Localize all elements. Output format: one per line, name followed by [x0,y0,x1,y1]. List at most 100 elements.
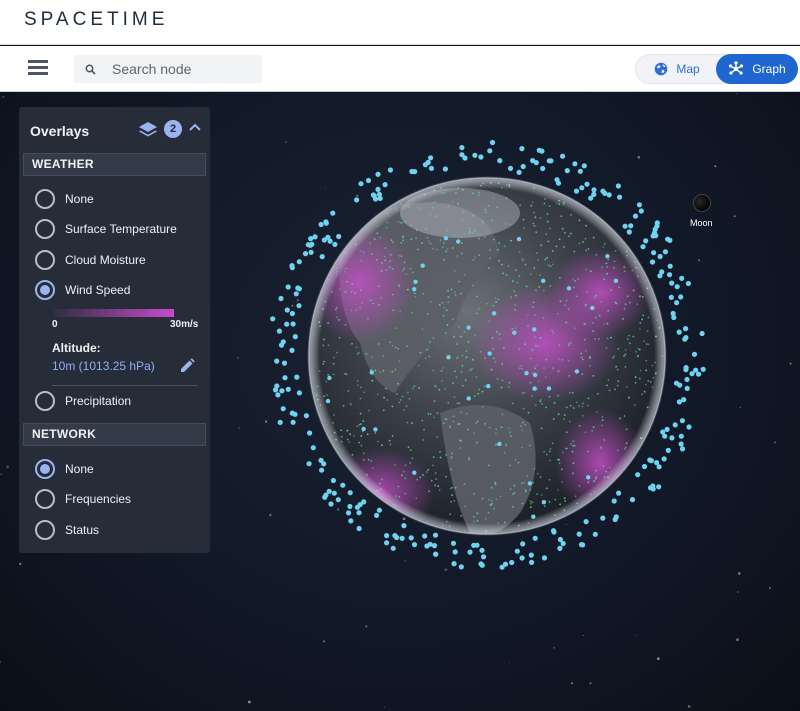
satellite-node[interactable] [672,422,678,428]
satellite-node[interactable] [632,213,639,219]
satellite-node[interactable] [678,441,684,447]
satellite-node[interactable] [392,533,398,539]
satellite-node[interactable] [321,461,327,467]
satellite-node[interactable] [290,321,296,327]
satellite-node[interactable] [519,555,525,561]
satellite-node[interactable] [673,380,680,386]
graph-view-button[interactable]: Graph [716,54,798,84]
satellite-node[interactable] [348,518,354,524]
satellite-node[interactable] [640,244,646,250]
satellite-node[interactable] [615,183,622,189]
satellite-node[interactable] [347,490,353,496]
satellite-node[interactable] [432,532,439,538]
weather-option-cloud-moisture[interactable]: Cloud Moisture [35,249,146,271]
satellite-node[interactable] [428,165,435,171]
satellite-node[interactable] [335,497,341,503]
weather-option-surface-temperature[interactable]: Surface Temperature [35,218,177,240]
satellite-node[interactable] [666,272,673,278]
hamburger-menu-icon[interactable] [28,60,48,78]
satellite-node[interactable] [529,559,535,565]
satellite-node[interactable] [336,233,342,240]
satellite-node[interactable] [354,504,360,510]
weather-option-none[interactable]: None [35,188,94,210]
satellite-node[interactable] [293,291,299,297]
globe-viewport[interactable]: Moon Overlays 2 WEATHER None Surface Tem… [0,93,800,711]
satellite-node[interactable] [578,542,585,548]
satellite-node[interactable] [303,413,309,419]
satellite-node[interactable] [650,483,656,489]
satellite-node[interactable] [540,165,546,172]
satellite-node[interactable] [296,303,302,309]
radio-button[interactable] [35,189,55,209]
satellite-node[interactable] [319,254,325,260]
satellite-node[interactable] [554,177,560,183]
satellite-node[interactable] [664,426,670,432]
satellite-node[interactable] [277,419,283,425]
satellite-node[interactable] [674,300,680,306]
satellite-node[interactable] [292,334,298,340]
satellite-node[interactable] [652,226,658,232]
satellite-node[interactable] [489,139,496,146]
satellite-node[interactable] [458,564,464,570]
satellite-node[interactable] [330,210,336,216]
satellite-node[interactable] [296,390,302,396]
radio-button[interactable] [35,391,55,411]
satellite-node[interactable] [564,168,570,174]
satellite-node[interactable] [375,186,381,192]
satellite-node[interactable] [401,523,407,529]
satellite-node[interactable] [579,185,585,191]
satellite-node[interactable] [307,430,313,436]
satellite-node[interactable] [318,221,324,228]
satellite-node[interactable] [557,545,563,551]
satellite-node[interactable] [384,540,390,546]
satellite-node[interactable] [472,152,478,158]
satellite-node[interactable] [422,162,428,168]
satellite-node[interactable] [280,406,286,412]
satellite-node[interactable] [296,286,302,292]
satellite-node[interactable] [662,249,669,255]
satellite-node[interactable] [679,275,685,281]
satellite-node[interactable] [289,347,295,353]
satellite-node[interactable] [635,472,641,478]
satellite-node[interactable] [686,424,692,430]
satellite-node[interactable] [356,525,362,532]
satellite-node[interactable] [661,456,667,462]
satellite-node[interactable] [479,547,485,553]
satellite-node[interactable] [305,242,311,248]
satellite-node[interactable] [330,477,336,484]
satellite-node[interactable] [354,197,360,203]
satellite-node[interactable] [691,351,698,357]
satellite-node[interactable] [638,208,644,214]
satellite-node[interactable] [322,494,328,500]
satellite-node[interactable] [654,460,660,466]
satellite-node[interactable] [302,251,309,257]
satellite-node[interactable] [409,168,415,175]
satellite-node[interactable] [626,229,632,235]
satellite-node[interactable] [422,533,428,539]
satellite-node[interactable] [671,314,677,321]
satellite-node[interactable] [478,561,484,567]
satellite-node[interactable] [326,488,332,494]
satellite-node[interactable] [628,223,634,229]
satellite-node[interactable] [452,549,458,555]
satellite-node[interactable] [384,533,390,539]
satellite-node[interactable] [682,336,688,342]
satellite-node[interactable] [693,367,699,373]
satellite-node[interactable] [375,171,381,177]
satellite-node[interactable] [310,445,316,451]
satellite-node[interactable] [278,295,284,302]
satellite-node[interactable] [290,419,296,425]
satellite-node[interactable] [576,531,582,537]
satellite-node[interactable] [560,153,566,159]
satellite-node[interactable] [292,411,298,417]
satellite-node[interactable] [660,429,666,435]
satellite-node[interactable] [390,545,396,551]
satellite-node[interactable] [600,515,606,521]
satellite-node[interactable] [376,507,382,513]
satellite-node[interactable] [296,259,302,265]
weather-option-precipitation[interactable]: Precipitation [35,390,131,412]
satellite-node[interactable] [588,195,594,201]
satellite-node[interactable] [424,543,430,549]
satellite-node[interactable] [509,559,515,566]
satellite-node[interactable] [520,541,526,547]
